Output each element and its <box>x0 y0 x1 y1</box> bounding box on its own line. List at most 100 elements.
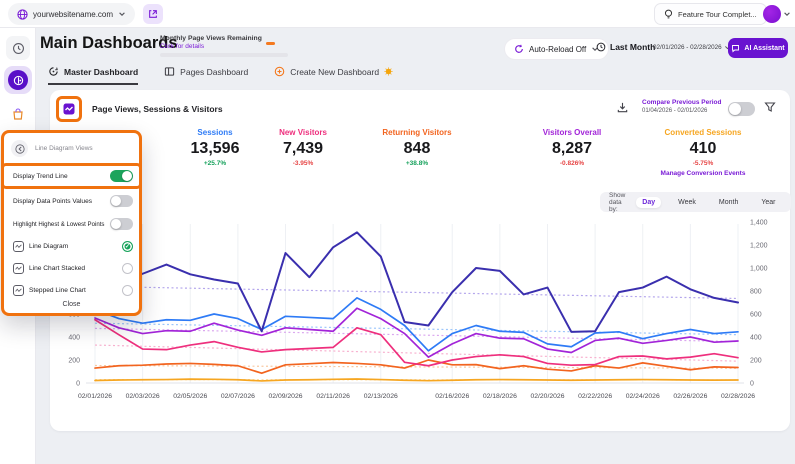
dashboard-tabs: Master Dashboard Pages Dashboard Create … <box>48 66 393 85</box>
line-diagram-icon <box>13 241 24 252</box>
metric-returning-visitors: Returning Visitors 848 +38.8% <box>362 128 472 167</box>
svg-text:200: 200 <box>750 358 762 365</box>
lightbulb-icon <box>664 9 673 20</box>
granularity-month[interactable]: Month <box>713 197 744 208</box>
metric-new-visitors: New Visitors 7,439 -3.95% <box>258 128 348 167</box>
stepped-line-chart-radio[interactable] <box>122 285 133 296</box>
metric-label: New Visitors <box>258 128 348 137</box>
highlight-points-toggle[interactable] <box>110 218 133 230</box>
metric-visitors-overall: Visitors Overall 8,287 -0.826% <box>517 128 627 167</box>
option-row-line-diagram[interactable]: Line Diagram ✓ <box>13 241 133 252</box>
option-label: Stepped Line Chart <box>29 287 86 294</box>
option-row-stepped-line-chart[interactable]: Stepped Line Chart <box>13 285 133 296</box>
svg-text:800: 800 <box>750 289 762 296</box>
external-link-icon <box>148 9 158 19</box>
plus-circle-icon <box>274 66 285 77</box>
svg-text:02/20/2026: 02/20/2026 <box>530 393 564 400</box>
metric-delta: +38.8% <box>362 160 472 167</box>
bag-icon <box>11 107 25 121</box>
svg-text:02/09/2026: 02/09/2026 <box>269 393 303 400</box>
metric-delta: -0.826% <box>517 160 627 167</box>
chart-card: Page Views, Sessions & Visitors Compare … <box>50 90 790 431</box>
svg-text:1,200: 1,200 <box>750 243 768 250</box>
auto-reload-label: Auto-Reload Off <box>529 45 586 54</box>
svg-text:1,400: 1,400 <box>750 220 768 227</box>
toggle-row-data-points: Display Data Points Values <box>13 195 133 207</box>
toggle-label: Highlight Highest & Lowest Points <box>13 221 104 228</box>
chevron-down-icon[interactable] <box>783 10 791 18</box>
app-screen: yourwebsitename.com Feature Tour Complet… <box>0 0 795 464</box>
site-name: yourwebsitename.com <box>33 10 113 19</box>
chat-icon <box>731 44 740 53</box>
data-points-toggle[interactable] <box>110 195 133 207</box>
metric-value: 848 <box>362 140 472 158</box>
period-selector[interactable]: Last Month <box>596 42 655 52</box>
filter-icon[interactable] <box>764 101 776 113</box>
download-icon[interactable] <box>616 101 629 114</box>
monthly-indicator <box>266 42 275 45</box>
line-diagram-radio[interactable]: ✓ <box>122 241 133 252</box>
option-row-line-chart-stacked[interactable]: Line Chart Stacked <box>13 263 133 274</box>
globe-icon <box>17 9 28 20</box>
feature-tour-button[interactable]: Feature Tour Complet... <box>654 3 767 25</box>
svg-text:02/05/2026: 02/05/2026 <box>173 393 207 400</box>
tab-create-new-dashboard[interactable]: Create New Dashboard <box>274 66 393 83</box>
tab-pages-dashboard[interactable]: Pages Dashboard <box>164 66 248 83</box>
granularity-week[interactable]: Week <box>672 197 702 208</box>
manage-conversion-events-link[interactable]: Manage Conversion Events <box>643 170 763 177</box>
avatar[interactable] <box>763 5 781 23</box>
arrow-left-icon <box>15 144 25 154</box>
sidebar-item-dashboards[interactable] <box>4 66 32 94</box>
line-chart-stacked-icon <box>13 263 24 274</box>
back-button[interactable] <box>11 140 28 157</box>
compare-previous-period[interactable]: Compare Previous Period 01/04/2026 - 02/… <box>642 99 721 114</box>
popup-title: Line Diagram Views <box>35 145 93 152</box>
topbar: yourwebsitename.com Feature Tour Complet… <box>0 0 795 28</box>
compare-toggle[interactable] <box>728 102 755 116</box>
svg-text:02/28/2026: 02/28/2026 <box>721 393 755 400</box>
svg-text:0: 0 <box>76 381 80 388</box>
date-range-selector[interactable]: 02/01/2026 - 02/28/2026 <box>653 44 731 51</box>
auto-reload-dropdown[interactable]: Auto-Reload Off <box>504 38 609 60</box>
feature-tour-label: Feature Tour Complet... <box>678 10 757 19</box>
tab-label: Master Dashboard <box>64 67 138 77</box>
sidebar-item-orders[interactable] <box>8 104 28 124</box>
clock-icon <box>596 42 606 52</box>
ai-assistant-label: AI Assistant <box>744 45 784 52</box>
svg-text:200: 200 <box>68 358 80 365</box>
granularity-day[interactable]: Day <box>636 197 661 208</box>
close-button[interactable]: Close <box>4 301 139 308</box>
metric-converted-sessions: Converted Sessions 410 -5.75% Manage Con… <box>643 128 763 177</box>
toggle-label: Display Trend Line <box>13 173 68 180</box>
line-chart[interactable]: 002002004004006006008008001,0001,0001,20… <box>50 210 790 420</box>
site-selector[interactable]: yourwebsitename.com <box>8 3 135 25</box>
metric-delta: -5.75% <box>643 160 763 167</box>
open-site-button[interactable] <box>143 4 163 24</box>
refresh-icon <box>514 44 524 54</box>
chart-views-button[interactable] <box>56 96 82 122</box>
toggle-label: Display Data Points Values <box>13 198 92 205</box>
svg-text:600: 600 <box>750 312 762 319</box>
sidebar-item-history[interactable] <box>6 36 30 60</box>
line-diagram-views-popup: Line Diagram Views Display Trend Line Di… <box>1 130 142 316</box>
ai-assistant-button[interactable]: AI Assistant <box>728 38 788 58</box>
svg-text:02/11/2026: 02/11/2026 <box>316 393 350 400</box>
metric-label: Returning Visitors <box>362 128 472 137</box>
svg-text:400: 400 <box>750 335 762 342</box>
warning-star-icon <box>384 67 393 76</box>
card-title: Page Views, Sessions & Visitors <box>92 104 223 114</box>
tab-master-dashboard[interactable]: Master Dashboard <box>48 66 138 85</box>
period-label: Last Month <box>610 42 655 52</box>
svg-text:02/01/2026: 02/01/2026 <box>78 393 112 400</box>
svg-text:02/03/2026: 02/03/2026 <box>126 393 160 400</box>
monthly-pageviews-label: Monthly Page Views Remaining <box>160 35 290 42</box>
svg-text:400: 400 <box>68 335 80 342</box>
tab-label: Create New Dashboard <box>290 67 379 77</box>
trend-line-toggle[interactable] <box>110 170 133 182</box>
metric-label: Converted Sessions <box>643 128 763 137</box>
granularity-year[interactable]: Year <box>755 197 781 208</box>
line-chart-stacked-radio[interactable] <box>122 263 133 274</box>
date-range-value: 02/01/2026 - 02/28/2026 <box>653 44 722 51</box>
svg-text:0: 0 <box>750 381 754 388</box>
metric-value: 13,596 <box>175 140 255 158</box>
